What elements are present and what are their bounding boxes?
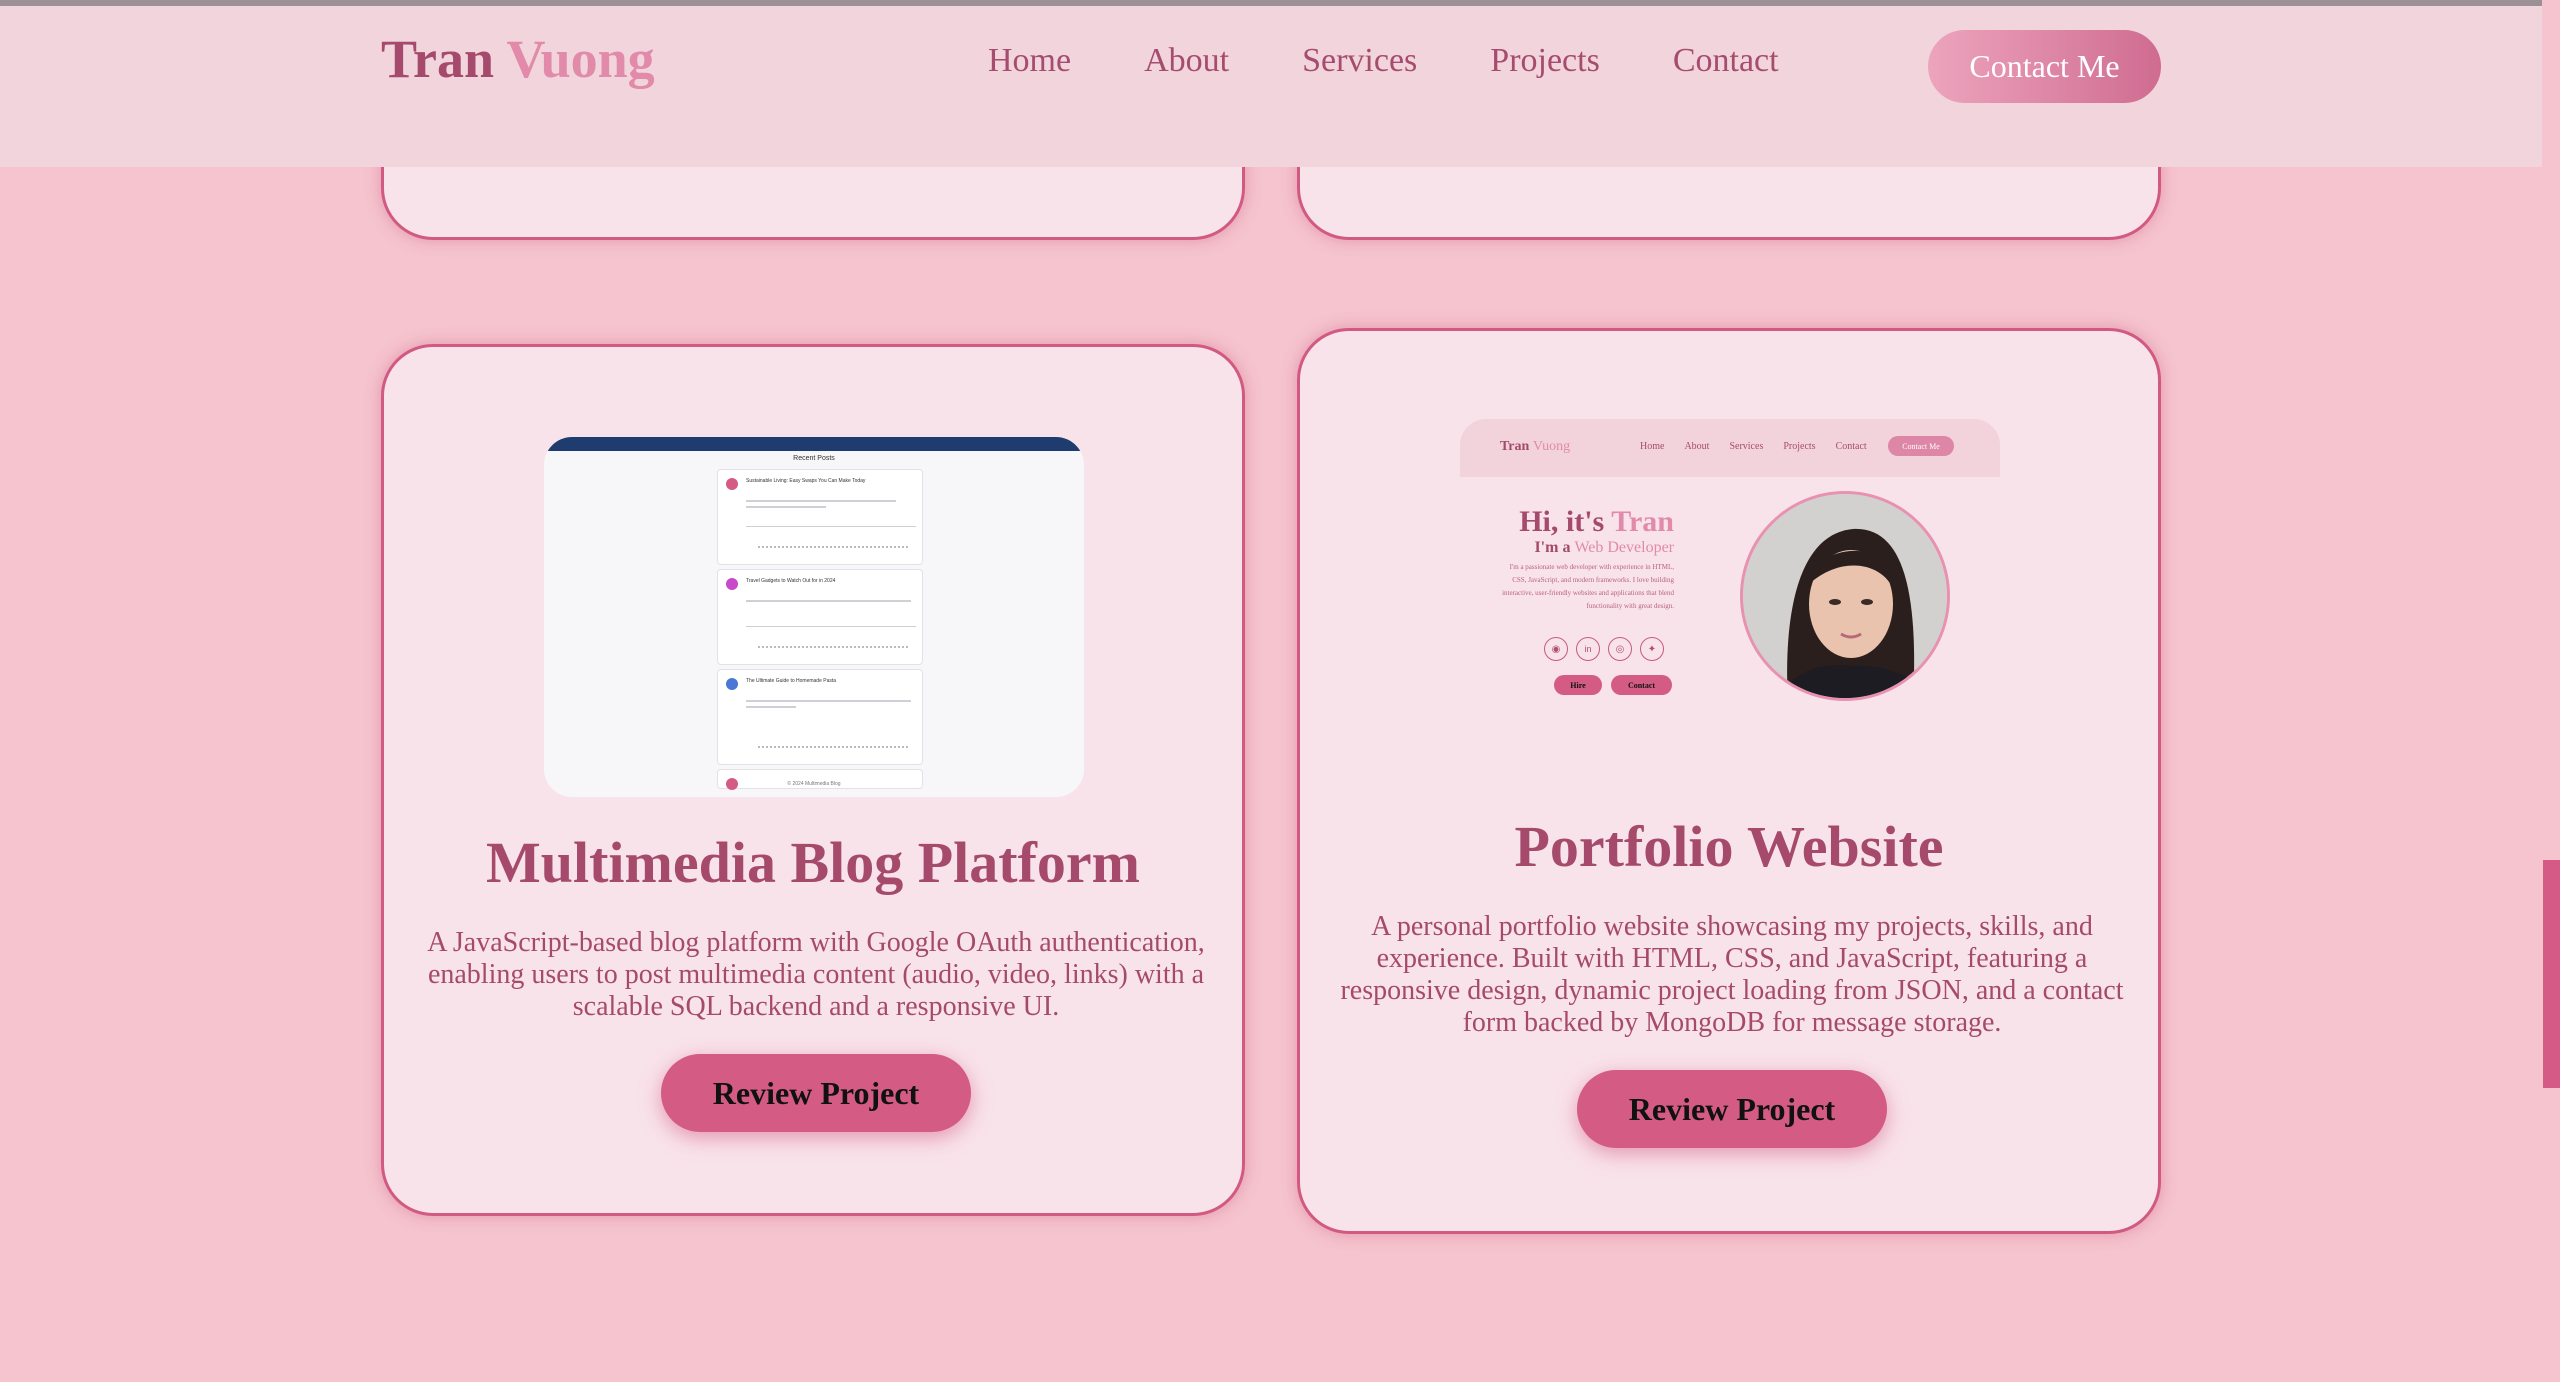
- author-avatar-icon: [726, 578, 738, 590]
- mini-hero-bio: I'm a passionate web developer with expe…: [1502, 563, 1674, 610]
- blog-post: The Ultimate Guide to Homemade Pasta: [717, 669, 923, 765]
- page: Tran Vuong Home About Services Projects …: [0, 0, 2560, 1382]
- blog-post: Travel Gadgets to Watch Out for in 2024: [717, 569, 923, 665]
- portfolio-screenshot: Tran Vuong Home About Services Projects …: [1460, 419, 2000, 719]
- logo-first-name: Tran: [381, 29, 495, 89]
- author-avatar-icon: [726, 678, 738, 690]
- project-title: Portfolio Website: [1514, 814, 1944, 879]
- review-project-button[interactable]: Review Project: [661, 1054, 971, 1132]
- text-line: [746, 600, 911, 602]
- mini-social-icons: ◉ in ◎ ✦: [1544, 637, 1672, 661]
- project-title: Multimedia Blog Platform: [485, 830, 1140, 895]
- blog-heading: Recent Posts: [793, 455, 835, 462]
- profile-photo-image: [1743, 494, 1947, 698]
- mini-hero-title: Hi, it's Tran: [1470, 505, 1674, 539]
- text-line: [746, 706, 796, 708]
- project-card-portfolio: Tran Vuong Home About Services Projects …: [1297, 328, 2161, 1234]
- mini-role-accent: Web Developer: [1574, 539, 1674, 556]
- mini-nav-item: Projects: [1783, 441, 1816, 452]
- site-logo[interactable]: Tran Vuong: [381, 28, 655, 90]
- project-card-blog: Recent Posts Sustainable Living: Easy Sw…: [381, 344, 1245, 1216]
- mini-nav-item: Services: [1729, 441, 1764, 452]
- review-project-button[interactable]: Review Project: [1577, 1070, 1887, 1148]
- mini-nav: Home About Services Projects Contact: [1640, 441, 1887, 452]
- mini-header: Tran Vuong Home About Services Projects …: [1460, 419, 2000, 477]
- logo-last-name: Vuong: [506, 29, 655, 89]
- nav-home[interactable]: Home: [988, 42, 1071, 80]
- twitter-icon: ✦: [1640, 637, 1664, 661]
- github-icon: ◉: [1544, 637, 1568, 661]
- mini-contact-button: Contact Me: [1888, 436, 1954, 456]
- mini-logo-first: Tran: [1500, 439, 1530, 454]
- blog-post-title: The Ultimate Guide to Homemade Pasta: [746, 678, 837, 684]
- mini-hero-prefix: Hi, it's: [1519, 505, 1605, 538]
- mini-nav-item: Home: [1640, 441, 1665, 452]
- blog-post-title: Travel Gadgets to Watch Out for in 2024: [746, 578, 836, 584]
- instagram-icon: ◎: [1608, 637, 1632, 661]
- mini-hire-button: Hire: [1554, 675, 1602, 695]
- mini-contact-hero-button: Contact: [1611, 675, 1672, 695]
- blog-post: Sustainable Living: Easy Swaps You Can M…: [717, 469, 923, 565]
- nav-contact[interactable]: Contact: [1673, 42, 1779, 80]
- main-nav: Home About Services Projects Contact: [988, 42, 1852, 80]
- post-meta: [758, 546, 908, 548]
- blog-footer: © 2024 Multimedia Blog: [787, 781, 841, 787]
- mini-hero-role: I'm a Web Developer: [1470, 539, 1674, 557]
- mini-nav-item: Contact: [1835, 441, 1867, 452]
- divider: [746, 526, 916, 527]
- site-header: Tran Vuong Home About Services Projects …: [0, 0, 2542, 167]
- nav-services[interactable]: Services: [1302, 42, 1417, 80]
- nav-about[interactable]: About: [1144, 42, 1229, 80]
- post-meta: [758, 646, 908, 648]
- text-line: [746, 506, 826, 508]
- blog-screenshot: Recent Posts Sustainable Living: Easy Sw…: [544, 437, 1084, 797]
- profile-photo: [1740, 491, 1950, 701]
- mini-nav-item: About: [1684, 441, 1710, 452]
- text-line: [746, 700, 911, 702]
- post-meta: [758, 746, 908, 748]
- text-line: [746, 500, 896, 502]
- blog-post-title: Sustainable Living: Easy Swaps You Can M…: [746, 478, 866, 484]
- scrollbar-thumb[interactable]: [2543, 860, 2560, 1088]
- mini-logo: Tran Vuong: [1500, 439, 1570, 455]
- nav-projects[interactable]: Projects: [1490, 42, 1600, 80]
- contact-me-button[interactable]: Contact Me: [1928, 30, 2161, 103]
- project-description: A JavaScript-based blog platform with Go…: [427, 927, 1205, 1022]
- linkedin-icon: in: [1576, 637, 1600, 661]
- mini-hero-name: Tran: [1611, 505, 1674, 538]
- mini-role-prefix: I'm a: [1534, 539, 1571, 556]
- blog-topbar: [544, 437, 1084, 451]
- author-avatar-icon: [726, 478, 738, 490]
- project-description: A personal portfolio website showcasing …: [1340, 911, 2124, 1038]
- divider: [746, 626, 916, 627]
- mini-logo-last: Vuong: [1532, 439, 1571, 454]
